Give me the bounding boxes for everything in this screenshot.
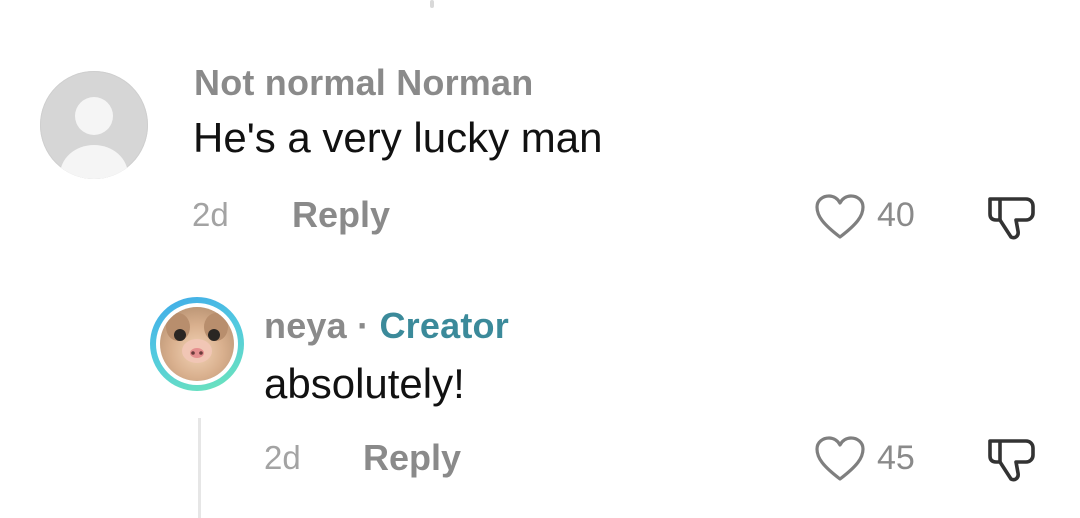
creator-badge: Creator [379, 305, 509, 346]
scroll-divider-tick [430, 0, 434, 8]
like-count: 40 [877, 196, 915, 234]
like-count: 45 [877, 439, 915, 477]
avatar-photo [160, 307, 234, 381]
comment-text: He's a very lucky man [193, 114, 603, 161]
thread-line [198, 418, 201, 518]
thumbs-down-icon[interactable] [986, 193, 1038, 241]
avatar[interactable] [40, 71, 148, 179]
reply-text: absolutely! [264, 360, 465, 407]
heart-outline-icon[interactable] [815, 194, 865, 240]
reply-username-line: neya · Creator [264, 305, 509, 347]
comment-date: 2d [192, 196, 229, 233]
avatar[interactable] [150, 297, 244, 391]
separator-dot: · [357, 305, 370, 346]
comment-username[interactable]: Not normal Norman [194, 62, 533, 104]
reply-date: 2d [264, 439, 301, 476]
heart-outline-icon[interactable] [815, 436, 865, 482]
reply-username[interactable]: neya [264, 305, 347, 346]
reply-button[interactable]: Reply [292, 194, 390, 236]
thumbs-down-icon[interactable] [986, 435, 1038, 483]
person-silhouette-icon [75, 97, 113, 135]
reply-button[interactable]: Reply [363, 437, 461, 479]
